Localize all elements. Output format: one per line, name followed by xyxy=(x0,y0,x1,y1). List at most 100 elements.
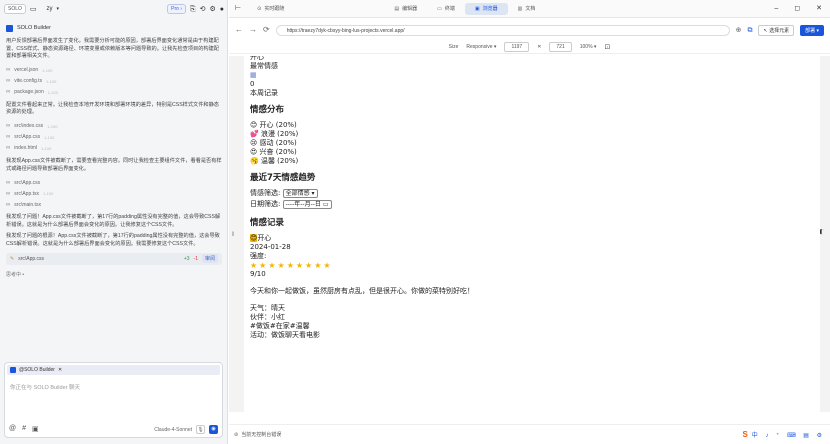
avatar[interactable]: ● xyxy=(220,6,224,13)
resize-gutter-right[interactable]: ◐ xyxy=(818,56,830,412)
file-name: vite.config.ts xyxy=(14,78,43,85)
file-icon: ✎ xyxy=(10,255,15,262)
tab-docs[interactable]: ▥ 文档 xyxy=(508,3,546,15)
emotion-emoji: 😊 xyxy=(250,121,258,129)
tab-terminal[interactable]: ▭ 终端 xyxy=(427,3,465,15)
record-activity: 活动：做饭聊天看电影 xyxy=(250,331,320,339)
edit-card[interactable]: ✎ src\App.css +3 -1 审阅 xyxy=(6,252,222,265)
device-toolbar: Size Responsive ▾ 1197 ✕ 721 100% ▾ ⊡ xyxy=(229,40,830,54)
page-icon[interactable]: ⎘ xyxy=(190,6,196,13)
tab-live-follow[interactable]: ⊙ 实时跟随 xyxy=(247,3,294,15)
emotion-emoji: 💕 xyxy=(250,130,259,138)
console-icon: ⊘ xyxy=(234,431,239,438)
chat-input[interactable]: @SOLO Builder ✕ 你正在与 SOLO Builder 聊天 @ #… xyxy=(4,362,223,438)
solo-logo[interactable]: SOLO xyxy=(4,4,26,14)
resize-gutter-left[interactable]: ‖ xyxy=(229,56,244,412)
intensity-stars: ★★★★★★★★★ xyxy=(250,261,333,270)
file-name: src\App.css xyxy=(14,179,41,186)
sparkle-icon: ✕ xyxy=(57,367,63,373)
close-icon[interactable]: ✕ xyxy=(816,5,822,12)
zoom-select[interactable]: 100% ▾ xyxy=(580,44,597,50)
height-input[interactable]: 721 xyxy=(549,41,572,52)
thinking-label: 思考中 xyxy=(6,271,22,278)
distribution-title: 情感分布 xyxy=(250,105,285,115)
times-icon: ✕ xyxy=(537,43,542,50)
editor-icon: ▤ xyxy=(394,5,400,12)
url-field[interactable]: https://traezy7dyk-cbsyy-bing-lus-projec… xyxy=(275,24,730,36)
distribution-item: 😊 开心 (20%) xyxy=(250,121,820,130)
file-ref[interactable]: ∞ src\main.tsx xyxy=(6,199,222,210)
file-name: src\main.tsx xyxy=(14,201,41,208)
zoom-label: 100% xyxy=(579,43,593,50)
back-icon[interactable]: ← xyxy=(235,26,243,34)
workspace-name[interactable]: zy xyxy=(47,6,53,12)
record-note: 今天和你一起做饭，虽然厨房有点乱，但是很开心。你做的菜特别好吃！ xyxy=(250,287,474,295)
size-mode-select[interactable]: Responsive ▾ xyxy=(466,44,496,50)
record-card: 😊开心 2024-01-28 强度: ★★★★★★★★★ 9/10 今天和你一起… xyxy=(250,234,820,340)
tab-browser[interactable]: ▣ 浏览器 xyxy=(464,2,508,15)
emotion-share: 温馨 (20%) xyxy=(260,157,299,165)
input-placeholder[interactable]: 你正在与 SOLO Builder 聊天 xyxy=(5,377,222,397)
forward-icon[interactable]: → xyxy=(249,26,257,34)
file-name: src\App.css xyxy=(14,134,41,141)
globe-icon[interactable]: ⊕ xyxy=(736,27,742,34)
emotion-filter-select[interactable]: 全部情感 ▾ xyxy=(282,189,318,198)
link-icon: ∞ xyxy=(6,78,11,85)
diff-add: +3 xyxy=(183,255,190,262)
file-ref[interactable]: ∞ src\App.css 1-100 xyxy=(6,132,222,143)
gear-icon[interactable]: ⚙ xyxy=(209,6,215,13)
pro-badge[interactable]: Pro › xyxy=(167,4,186,14)
pick-element-button[interactable]: ↖ 选择元素 xyxy=(758,24,795,36)
layout-icon[interactable]: ▭ xyxy=(30,6,37,13)
file-ref[interactable]: ∞ src\App.tsx 1-100 xyxy=(6,188,222,199)
maximize-icon[interactable]: ◻ xyxy=(794,5,800,12)
ime-tray-icons: 中 ♪ ⁺ ⌨ ▤ ⚙ xyxy=(751,433,825,439)
edited-file-name: src\App.css xyxy=(18,255,45,262)
line-range: 1-100 xyxy=(42,67,53,73)
screenshot-icon[interactable]: ⧉ xyxy=(747,27,752,34)
records-title: 情感记录 xyxy=(250,218,285,228)
sidebar-toggle-icon[interactable]: ⊢ xyxy=(235,5,241,12)
image-icon[interactable]: ▣ xyxy=(32,425,39,433)
file-ref[interactable]: ∞ index.html 1-100 xyxy=(6,143,222,154)
live-icon: ⊙ xyxy=(257,5,262,12)
hash-icon[interactable]: # xyxy=(22,425,26,433)
panel-tabs-bar: ⊢ ⊙ 实时跟随 ▤ 编辑器 ▭ 终端 ▣ 浏览器 ▥ 文档 – ◻ ✕ xyxy=(229,0,830,18)
history-icon[interactable]: ⟲ xyxy=(200,6,206,13)
console-status-bar: ⊘ 当前无控制台错误 S 中 ♪ ⁺ ⌨ ▤ ⚙ xyxy=(229,424,830,444)
mention-label: @SOLO Builder xyxy=(19,367,55,373)
review-button[interactable]: 审阅 xyxy=(201,254,218,264)
send-button[interactable]: ◉ xyxy=(209,425,218,434)
date-filter: 日期筛选: ----年--月--日 ▭ xyxy=(250,200,820,209)
file-name: src\App.tsx xyxy=(14,190,40,197)
file-ref[interactable]: ∞ package.json 1-100 xyxy=(6,87,222,98)
mention-chip[interactable]: @SOLO Builder ✕ xyxy=(7,365,220,375)
date-input[interactable]: ----年--月--日 ▭ xyxy=(282,200,332,209)
filter-label: 情感筛选: xyxy=(250,189,281,197)
link-icon: ∞ xyxy=(6,123,11,130)
model-select[interactable]: Claude-4-Sonnet xyxy=(154,427,192,433)
record-tags: #做饭#在家#温馨 xyxy=(250,322,310,330)
link-icon: ∞ xyxy=(6,67,11,74)
width-input[interactable]: 1197 xyxy=(504,41,530,52)
emotion-share: 开心 (20%) xyxy=(259,121,297,129)
mic-icon[interactable]: 🎙 xyxy=(196,425,205,434)
file-ref[interactable]: ∞ src\App.css xyxy=(6,177,222,188)
deploy-button[interactable]: 部署 ▾ xyxy=(800,24,824,36)
rotate-icon[interactable]: ⊡ xyxy=(604,43,610,51)
calendar-icon: ▭ xyxy=(322,201,329,208)
line-range: 1-100 xyxy=(41,145,52,151)
reload-icon[interactable]: ⟳ xyxy=(263,26,270,34)
chevron-down-icon[interactable]: ▾ xyxy=(57,6,60,12)
emotion-share: 兴奋 (20%) xyxy=(259,148,297,156)
file-ref[interactable]: ∞ vite.config.ts 1-100 xyxy=(6,76,222,87)
link-icon: ∞ xyxy=(6,145,11,152)
page-viewport: 开心 最常情感 ▦ 0 本周记录 情感分布 😊 开心 (20%) 💕 浪漫 (2… xyxy=(244,56,820,412)
browser-icon: ▣ xyxy=(474,5,480,12)
line-range: 1-100 xyxy=(46,78,57,84)
tab-editor[interactable]: ▤ 编辑器 xyxy=(384,3,427,15)
file-ref[interactable]: ∞ vercel.json 1-100 xyxy=(6,65,222,76)
at-icon[interactable]: @ xyxy=(9,425,16,433)
file-ref[interactable]: ∞ src\index.css 1-100 xyxy=(6,121,222,132)
minimize-icon[interactable]: – xyxy=(774,5,778,12)
